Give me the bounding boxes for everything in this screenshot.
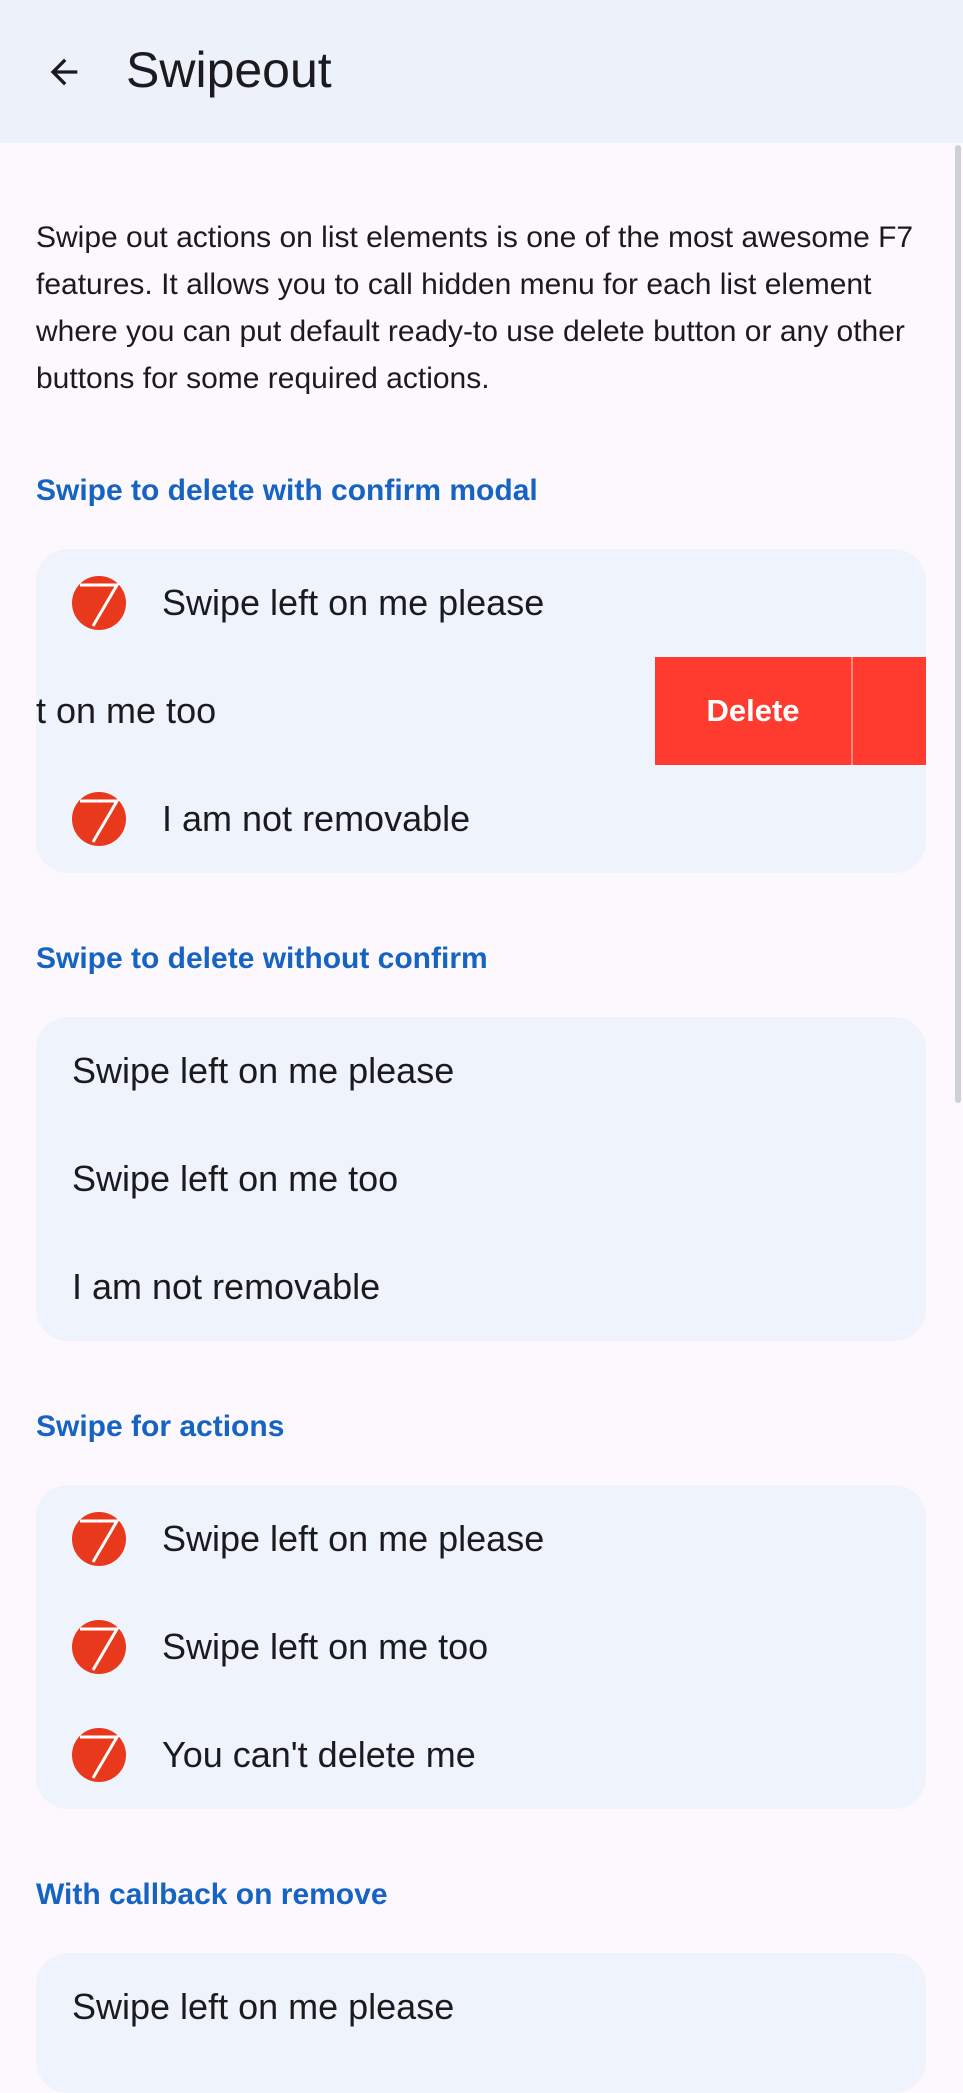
list-item[interactable]: Swipe left on me too [36, 1593, 926, 1701]
list-item-label: t on me too [36, 690, 217, 731]
section-title-confirm-modal: Swipe to delete with confirm modal [36, 474, 538, 507]
list-item-label: I am not removable [162, 798, 471, 839]
section-title-without-confirm: Swipe to delete without confirm [36, 942, 488, 975]
f7-logo-icon [72, 1620, 126, 1674]
list-item[interactable]: You can't delete me [36, 1701, 926, 1809]
list-without-confirm: Swipe left on me please Swipe left on me… [36, 1017, 926, 1341]
list-item[interactable]: Swipe left on me please [36, 1017, 926, 1125]
f7-logo-icon [72, 576, 126, 630]
navbar: Swipeout [0, 0, 963, 143]
f7-logo-icon [72, 792, 126, 846]
delete-button[interactable]: Delete [655, 657, 851, 765]
list-swipe-actions: Swipe left on me please Swipe left on me… [36, 1485, 926, 1809]
list-item-label: Swipe left on me please [162, 582, 545, 623]
list-callback-on-remove: Swipe left on me please [36, 1953, 926, 2093]
list-item-label: Swipe left on me too [162, 1626, 489, 1667]
section-title-callback-on-remove: With callback on remove [36, 1878, 388, 1911]
list-item[interactable]: Swipe left on me please [36, 1485, 926, 1593]
swipeout-overswipe-area[interactable] [853, 657, 926, 765]
f7-logo-icon [72, 1728, 126, 1782]
list-item[interactable]: Swipe left on me too [36, 1125, 926, 1233]
arrow-left-icon [50, 58, 78, 86]
list-item-label: Swipe left on me too [72, 1158, 399, 1199]
list-item[interactable]: I am not removable [36, 1233, 926, 1341]
list-item[interactable]: Swipe left on me please [36, 549, 926, 657]
intro-text: Swipe out actions on list elements is on… [36, 221, 914, 395]
page-title: Swipeout [126, 42, 332, 98]
list-item-label: You can't delete me [162, 1734, 476, 1775]
swipeout-actions: Delete [655, 657, 926, 765]
list-item-label: I am not removable [72, 1266, 381, 1307]
list-item-label: Swipe left on me please [72, 1050, 455, 1091]
section-title-swipe-actions: Swipe for actions [36, 1410, 285, 1443]
scrollbar[interactable] [955, 145, 961, 1103]
back-button[interactable] [36, 40, 92, 104]
list-item-swiped[interactable]: t on me too Delete [36, 657, 926, 765]
list-item[interactable]: I am not removable [36, 765, 926, 873]
list-item[interactable]: Swipe left on me please [36, 1953, 926, 2061]
f7-logo-icon [72, 1512, 126, 1566]
list-item-label: Swipe left on me please [162, 1518, 545, 1559]
list-confirm-modal: Swipe left on me please t on me too Dele… [36, 549, 926, 873]
list-item-label: Swipe left on me please [72, 1986, 455, 2027]
